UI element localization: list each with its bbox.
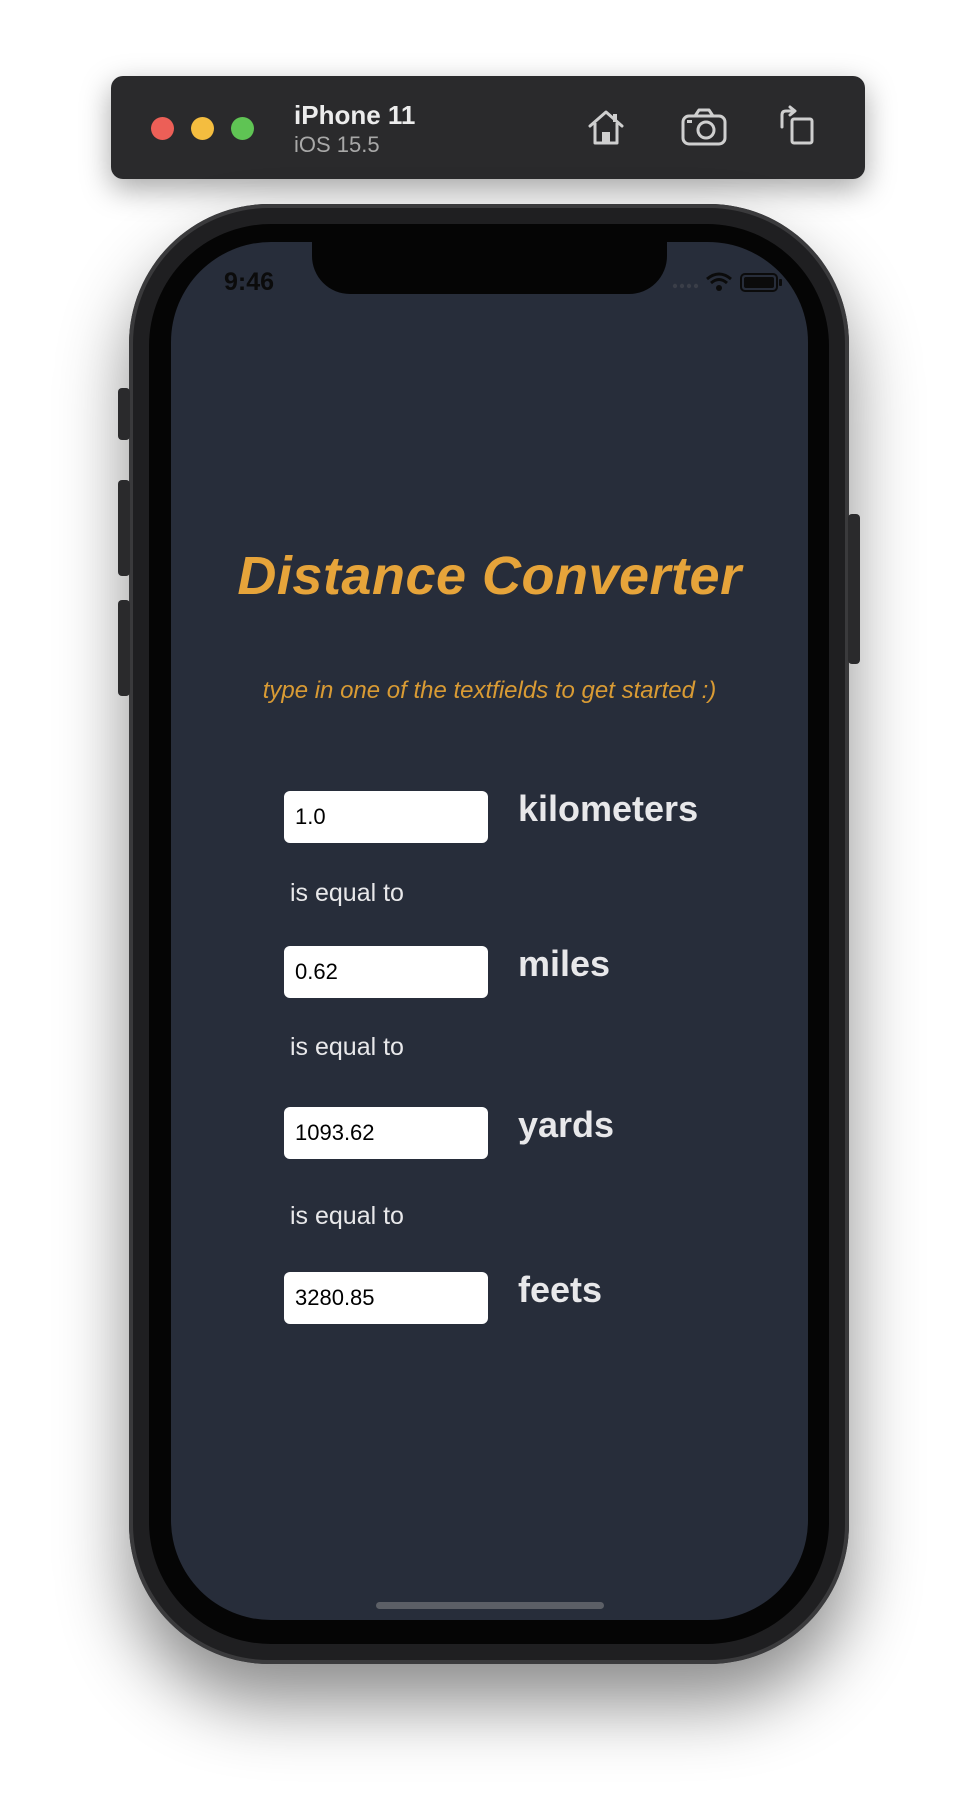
cellular-signal-icon [672,283,699,289]
volume-down-button[interactable] [118,600,130,696]
zoom-window-button[interactable] [231,117,254,140]
power-button[interactable] [848,514,860,664]
home-indicator[interactable] [376,1602,604,1609]
rotate-button[interactable] [771,102,821,152]
screenshot-button[interactable] [679,102,729,152]
rotate-icon [780,105,814,145]
yards-input[interactable] [284,1107,488,1159]
os-version: iOS 15.5 [294,132,380,157]
mute-switch [118,388,130,440]
app-subtitle: type in one of the textfields to get sta… [262,677,717,704]
wifi-icon [706,272,732,291]
kilometers-label: kilometers [518,788,699,829]
feets-label: feets [518,1269,603,1310]
equal-to-label-3: is equal to [290,1202,404,1230]
battery-icon [740,273,782,292]
miles-label: miles [518,943,611,984]
status-time: 9:46 [224,268,275,296]
miles-input[interactable] [284,946,488,998]
status-icons [672,270,784,294]
home-icon [588,110,624,145]
feets-input[interactable] [284,1272,488,1324]
simulator-window: iPhone 11 iOS 15.5 9:46 Distance Convert… [0,0,980,1816]
close-window-button[interactable] [151,117,174,140]
yards-label: yards [518,1104,615,1145]
kilometers-input[interactable] [284,791,488,843]
home-button[interactable] [581,102,631,152]
device-name: iPhone 11 [294,100,416,130]
app-title: Distance Converter [237,546,742,606]
app-screen [171,242,808,1620]
equal-to-label-1: is equal to [290,879,404,907]
minimize-window-button[interactable] [191,117,214,140]
simulator-toolbar: iPhone 11 iOS 15.5 [111,76,865,179]
equal-to-label-2: is equal to [290,1033,404,1061]
volume-up-button[interactable] [118,480,130,576]
camera-icon [681,108,727,146]
notch [312,242,667,294]
